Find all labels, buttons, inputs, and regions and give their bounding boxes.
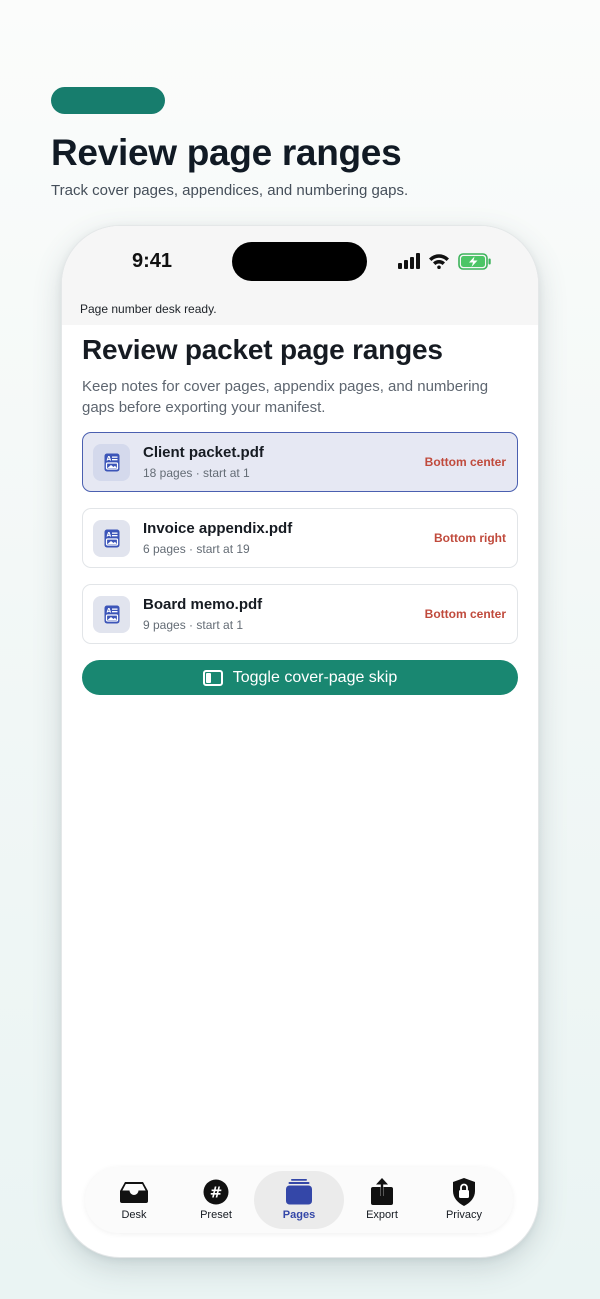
svg-text:A: A [106, 456, 111, 463]
file-position: Bottom center [424, 455, 506, 469]
tab-preset[interactable]: # Preset [171, 1171, 261, 1229]
battery-charging-icon [458, 253, 491, 270]
file-position: Bottom right [434, 531, 506, 545]
tab-label: Preset [200, 1209, 232, 1221]
toggle-button-label: Toggle cover-page skip [232, 668, 398, 686]
screen-description: Keep notes for cover pages, appendix pag… [82, 378, 489, 416]
toggle-cover-page-skip-button[interactable]: Toggle cover-page skip [82, 660, 518, 695]
file-meta: 9 pages · start at 1 [143, 618, 244, 632]
promo-pill [51, 87, 165, 114]
tab-bar: Desk # Preset Pages Export Privacy [85, 1167, 513, 1233]
tab-export[interactable]: Export [337, 1171, 427, 1229]
dynamic-island [232, 242, 367, 281]
document-icon: A [93, 444, 130, 481]
promo-title: Review page ranges [51, 132, 402, 173]
status-banner: Page number desk ready. [80, 302, 217, 316]
svg-text:A: A [106, 608, 111, 615]
cellular-signal-icon [398, 253, 420, 269]
sidebar-toggle-icon [202, 669, 223, 686]
file-card-invoice-appendix[interactable]: A Invoice appendix.pdf 6 pages · start a… [82, 508, 518, 568]
svg-text:#: # [210, 1184, 223, 1202]
file-name: Invoice appendix.pdf [143, 520, 293, 537]
lock-shield-icon [448, 1178, 480, 1206]
svg-text:A: A [106, 532, 111, 539]
wifi-icon [429, 254, 449, 269]
pages-stack-icon [283, 1179, 315, 1205]
phone-frame: 9:41 Page number desk ready. Review pack… [62, 226, 538, 1257]
hash-icon: # [200, 1179, 232, 1205]
document-icon: A [93, 520, 130, 557]
file-name: Board memo.pdf [143, 596, 263, 613]
file-meta: 6 pages · start at 19 [143, 542, 250, 556]
tab-pages[interactable]: Pages [254, 1171, 344, 1229]
inbox-tray-icon [118, 1179, 150, 1205]
screen-title: Review packet page ranges [82, 334, 443, 365]
status-bar: 9:41 Page number desk ready. [62, 226, 538, 325]
share-export-icon [366, 1178, 398, 1205]
file-meta: 18 pages · start at 1 [143, 466, 250, 480]
document-icon: A [93, 596, 130, 633]
tab-label: Pages [282, 1209, 316, 1221]
tab-label: Export [366, 1209, 398, 1221]
promo-subtitle: Track cover pages, appendices, and numbe… [51, 182, 409, 199]
file-card-client-packet[interactable]: A Client packet.pdf 18 pages · start at … [82, 432, 518, 492]
tab-label: Desk [121, 1209, 147, 1221]
status-time: 9:41 [132, 250, 173, 272]
tab-label: Privacy [445, 1209, 483, 1221]
file-position: Bottom center [424, 607, 506, 621]
tab-desk[interactable]: Desk [89, 1171, 179, 1229]
file-card-board-memo[interactable]: A Board memo.pdf 9 pages · start at 1 Bo… [82, 584, 518, 644]
file-name: Client packet.pdf [143, 444, 264, 461]
tab-privacy[interactable]: Privacy [419, 1171, 509, 1229]
